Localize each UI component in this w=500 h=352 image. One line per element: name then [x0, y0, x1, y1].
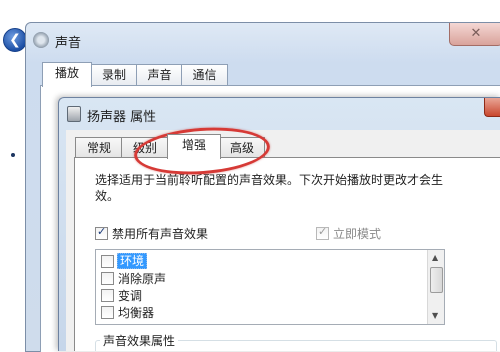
- dialog-title: 扬声器 属性: [87, 110, 157, 125]
- checkbox-icon[interactable]: [101, 255, 114, 268]
- list-item[interactable]: 均衡器: [101, 304, 154, 320]
- list-item[interactable]: 环境: [101, 253, 148, 269]
- checkbox-icon[interactable]: [101, 306, 114, 319]
- effects-list[interactable]: 环境 消除原声 变调 均衡器 ▲ ▼: [95, 249, 445, 325]
- list-item-label: 消除原声: [118, 271, 167, 286]
- list-item[interactable]: 消除原声: [101, 270, 166, 286]
- back-arrow-icon[interactable]: ❮: [3, 28, 27, 52]
- list-item-label: 变调: [118, 288, 143, 303]
- scroll-down-icon[interactable]: ▼: [432, 311, 438, 320]
- dialog-close-button[interactable]: [484, 98, 500, 117]
- description-text: 选择适用于当前聆听配置的声音效果。下次开始播放时更改才会生效。: [95, 173, 444, 203]
- checkbox-icon[interactable]: [101, 289, 114, 302]
- list-item[interactable]: 变调: [101, 287, 142, 303]
- checkbox-icon[interactable]: [95, 225, 108, 240]
- list-item-label: 均衡器: [118, 305, 155, 320]
- scroll-thumb[interactable]: [430, 267, 443, 293]
- disable-all-effects-checkbox[interactable]: 禁用所有声音效果: [95, 225, 208, 242]
- speaker-icon: [33, 32, 49, 48]
- checkbox-icon[interactable]: [101, 272, 114, 285]
- checkbox-icon[interactable]: [316, 225, 329, 240]
- list-item-label: 环境: [117, 253, 148, 269]
- sound-window-title: 声音: [55, 36, 82, 51]
- tab-communications[interactable]: 通信: [181, 64, 228, 85]
- immediate-mode-checkbox[interactable]: 立即模式: [316, 225, 381, 242]
- immediate-mode-label: 立即模式: [333, 227, 382, 241]
- disable-all-label: 禁用所有声音效果: [112, 227, 209, 241]
- list-scrollbar[interactable]: ▲ ▼: [427, 250, 444, 324]
- sound-titlebar: 声音 ✕: [26, 23, 500, 59]
- tab-playback[interactable]: 播放: [42, 62, 92, 87]
- effect-properties-label: 声音效果属性: [100, 332, 179, 349]
- tab-general[interactable]: 常规: [75, 137, 123, 158]
- tab-recording[interactable]: 录制: [90, 64, 138, 85]
- close-button[interactable]: ✕: [449, 23, 500, 46]
- speaker-device-icon: [67, 106, 81, 122]
- tab-enhancements[interactable]: 增强: [167, 134, 221, 159]
- scroll-up-icon[interactable]: ▲: [432, 253, 438, 262]
- tab-sounds[interactable]: 声音: [136, 64, 183, 85]
- bullet-dot: [11, 153, 15, 157]
